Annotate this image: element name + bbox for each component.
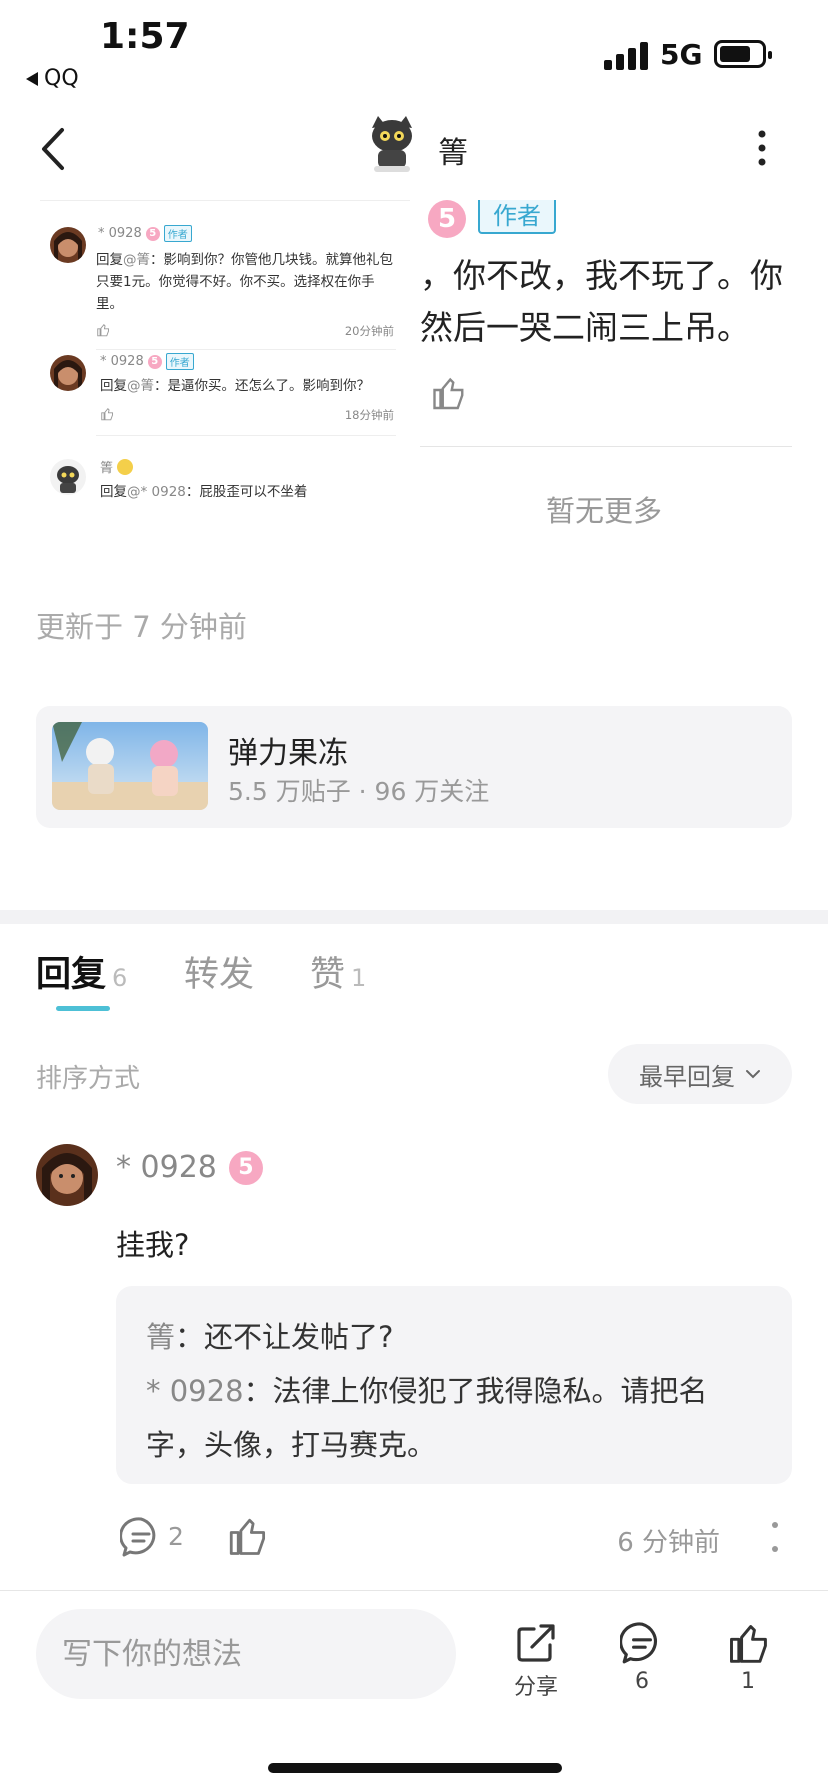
like-count: 1	[741, 1669, 755, 1694]
forum-name: 弹力果冻	[228, 736, 348, 771]
comment-icon	[620, 1622, 657, 1664]
tab-likes[interactable]: 赞1	[310, 946, 366, 997]
back-to-app-button[interactable]: QQ	[26, 66, 79, 91]
embedded-commenter-name: * 0928 5 作者	[100, 353, 194, 370]
cell-signal-icon	[604, 40, 648, 70]
back-app-label: QQ	[44, 66, 79, 91]
embedded-comment-time: 18分钟前	[344, 408, 394, 422]
avatar	[50, 227, 86, 263]
status-bar: 1:57 QQ 5G	[0, 0, 828, 100]
author-tag: 作者	[165, 353, 194, 370]
like-button[interactable]: 1	[708, 1621, 788, 1694]
comments-button[interactable]: 6	[602, 1621, 682, 1694]
embedded-comment-text: 回复@箐：影响到你？你管他几块钱。就算他礼包只要1元。你觉得不好。你不买。选择权…	[96, 252, 393, 312]
share-button[interactable]: 分享	[496, 1621, 576, 1701]
share-label: 分享	[513, 1675, 558, 1700]
sort-label: 排序方式	[36, 1064, 141, 1094]
level-badge: 5	[147, 354, 162, 369]
embedded-commenter-name: 箐	[100, 457, 134, 476]
thumbs-up-icon[interactable]	[226, 1514, 268, 1558]
subreply-box[interactable]: 箐：还不让发帖了? * 0928：法律上你侵犯了我得隐私。请把名字，头像，打马赛…	[116, 1286, 792, 1484]
nav-title: 箐	[438, 136, 468, 171]
battery-icon	[714, 40, 772, 68]
more-vertical-icon[interactable]	[750, 128, 774, 168]
active-tab-indicator	[56, 1006, 110, 1011]
embedded-post-screenshot: 5 作者 ，你不改，我不玩了。你 然后一哭二闹三上吊。 暂无更多	[420, 200, 828, 540]
tab-reposts[interactable]: 转发	[184, 946, 260, 997]
status-time: 1:57	[100, 16, 190, 57]
sort-dropdown[interactable]: 最早回复	[608, 1044, 792, 1104]
no-more-text: 暂无更多	[546, 494, 663, 528]
post-image-collage[interactable]: * 0928 5 作者 回复@箐：影响到你？你管他几块钱。就算他礼包只要1元。你…	[0, 200, 828, 540]
reply-author[interactable]: * 0928 5	[116, 1150, 263, 1185]
author-tag: 作者	[163, 225, 192, 242]
home-indicator	[268, 1763, 562, 1773]
author-avatar-cat[interactable]	[362, 114, 422, 176]
subreply-item: * 0928：法律上你侵犯了我得隐私。请把名字，头像，打马赛克。	[146, 1374, 708, 1462]
tab-replies[interactable]: 回复 6	[36, 946, 127, 997]
embedded-commenter-name: * 0928 5 作者	[98, 225, 192, 242]
nav-bar: 箐	[0, 100, 828, 200]
thumbs-up-icon	[97, 324, 110, 337]
section-divider	[0, 910, 828, 924]
reply-actions: 2 6 分钟前	[116, 1512, 792, 1562]
chevron-down-icon	[746, 1070, 760, 1079]
forum-card[interactable]: 弹力果冻 5.5 万贴子 · 96 万关注	[36, 706, 792, 828]
more-vertical-icon[interactable]	[770, 1520, 780, 1554]
level-badge: 5	[228, 1150, 263, 1185]
reply-text: 挂我?	[116, 1228, 190, 1262]
forum-stats: 5.5 万贴子 · 96 万关注	[228, 777, 490, 806]
embedded-comment-screenshot: * 0928 5 作者 回复@箐：影响到你？你管他几块钱。就算他礼包只要1元。你…	[40, 200, 410, 540]
forum-thumbnail	[52, 722, 208, 810]
avatar	[50, 355, 86, 391]
thumbs-up-icon	[101, 408, 114, 421]
avatar[interactable]	[36, 1144, 98, 1206]
level-badge: 5	[428, 200, 466, 238]
thumbs-up-icon	[433, 377, 464, 410]
comment-icon[interactable]	[120, 1516, 162, 1558]
reply-time: 6 分钟前	[617, 1528, 720, 1558]
back-triangle-icon	[26, 71, 38, 86]
embedded-comment-text: 回复@箐：是逼你买。还怎么了。影响到你？	[100, 378, 370, 394]
reply-tabs: 回复 6 转发 赞1	[0, 924, 828, 1034]
subreply-item: 箐：还不让发帖了?	[146, 1320, 394, 1354]
share-icon	[517, 1624, 555, 1662]
comment-input[interactable]	[36, 1609, 456, 1699]
updated-time: 更新于 7 分钟前	[36, 610, 247, 644]
author-tag: 作者	[478, 200, 556, 234]
network-type: 5G	[660, 38, 703, 71]
bottom-bar: 分享 6 1	[0, 1590, 828, 1792]
back-arrow-icon[interactable]	[36, 124, 76, 174]
thumbs-up-icon	[730, 1625, 767, 1663]
reply-comment-count: 2	[168, 1522, 184, 1551]
cat-avatar	[50, 459, 86, 495]
level-badge: 5	[145, 226, 160, 241]
sort-value: 最早回复	[639, 1062, 735, 1091]
embedded-comment-text: 回复@* 0928：屁股歪可以不坐着	[100, 484, 308, 500]
emoji-icon	[117, 458, 134, 475]
comment-count: 6	[635, 1669, 649, 1694]
embedded-post-text: ，你不改，我不玩了。你 然后一哭二闹三上吊。	[420, 256, 783, 347]
embedded-comment-time: 20分钟前	[344, 324, 394, 338]
